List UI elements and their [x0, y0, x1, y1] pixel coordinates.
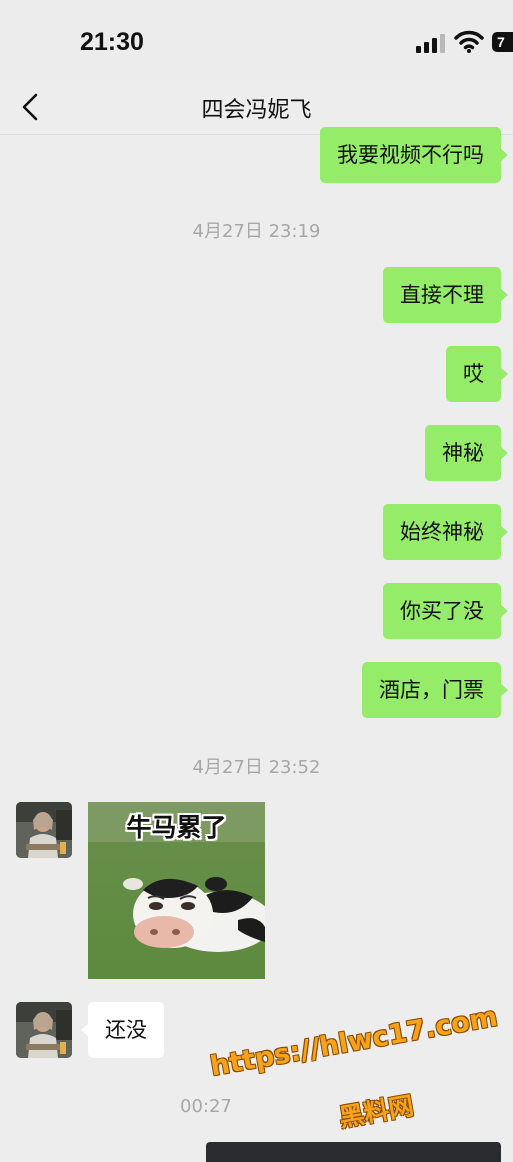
- status-time: 21:30: [80, 28, 144, 56]
- contact-avatar[interactable]: [16, 1002, 72, 1058]
- message-timestamp: 00:27: [180, 1096, 232, 1117]
- message-bubble-sent[interactable]: 酒店，门票: [362, 662, 508, 718]
- signal-icon: [416, 34, 445, 53]
- message-timestamp: 4月27日 23:19: [192, 221, 321, 242]
- message-bubble-sent[interactable]: 始终神秘: [383, 504, 508, 560]
- message-bubble-sent[interactable]: 你买了没: [383, 583, 508, 639]
- message-bubble-sent[interactable]: 我要视频不行吗: [320, 127, 508, 183]
- avatar-image: [16, 1002, 72, 1058]
- battery-level: 7: [497, 34, 505, 50]
- message-bubble-sent[interactable]: 神秘: [425, 425, 508, 481]
- message-timestamp: 4月27日 23:52: [192, 757, 321, 778]
- message-bubble-sent[interactable]: 哎: [446, 346, 508, 402]
- sticker-caption: 牛马累了: [126, 813, 227, 842]
- avatar-image: [16, 802, 72, 858]
- status-bar: 21:30 7: [0, 0, 513, 80]
- media-message-partial[interactable]: [206, 1142, 501, 1162]
- sticker-message[interactable]: 牛马累了: [88, 802, 265, 979]
- watermark-url: https://hlwc17.com: [208, 1001, 500, 1083]
- chat-title: 四会冯妮飞: [201, 98, 312, 123]
- wifi-icon: [454, 30, 484, 53]
- message-bubble-received[interactable]: 还没: [81, 1002, 164, 1058]
- message-bubble-sent[interactable]: 直接不理: [383, 267, 508, 323]
- contact-avatar[interactable]: [16, 802, 72, 858]
- watermark-site: 黑料网: [336, 1090, 416, 1133]
- battery-icon: 7: [492, 32, 513, 52]
